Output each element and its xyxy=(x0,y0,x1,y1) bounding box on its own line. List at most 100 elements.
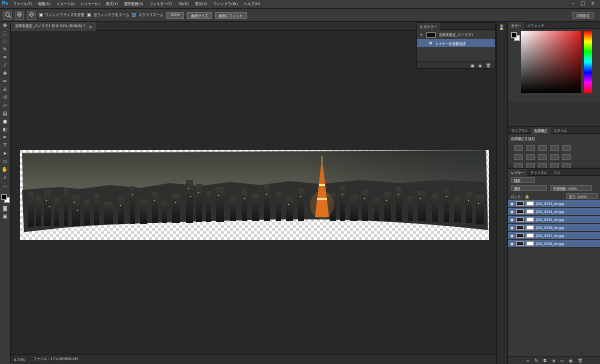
trash-icon[interactable]: 🗑 xyxy=(578,358,583,363)
resize-windows-checkbox[interactable]: ウィンドウサイズを変更 xyxy=(39,13,84,18)
lasso-tool-icon[interactable]: ◌ xyxy=(2,40,9,45)
channel-mixer-icon[interactable] xyxy=(562,154,571,160)
zoom-level[interactable]: 8.33% xyxy=(14,358,25,362)
history-brush-icon[interactable]: ↺ xyxy=(2,96,9,101)
pen-tool-icon[interactable]: ✒ xyxy=(2,136,9,141)
curves-icon[interactable] xyxy=(538,145,547,151)
stamp-tool-icon[interactable]: ♙ xyxy=(2,88,9,93)
zoom-all-windows-checkbox[interactable]: 全ウィンドウをズーム xyxy=(87,13,129,18)
visibility-eye-icon[interactable]: ◉ xyxy=(510,241,514,246)
tab-channels[interactable]: チャンネル xyxy=(527,169,550,176)
lock-pixels-icon[interactable]: 🔒 xyxy=(525,194,530,199)
fill-field[interactable]: 塗り: 100% xyxy=(566,193,598,199)
layer-mask-thumbnail[interactable] xyxy=(526,241,534,246)
add-mask-icon[interactable]: ◘ xyxy=(543,358,546,363)
crop-tool-icon[interactable]: ⌗ xyxy=(2,56,9,61)
layer-row[interactable]: ◉ DSC_9037_ne.jpg xyxy=(508,232,600,240)
document-tab[interactable]: 名称未設定_パノラマ1 @ 8.33% (RGB/8) * × xyxy=(11,22,96,31)
adjustment-layer-icon[interactable]: ◑ xyxy=(552,358,556,363)
layer-kind-filter[interactable]: 種類 xyxy=(511,177,535,183)
black-white-icon[interactable] xyxy=(538,154,547,160)
brush-tool-icon[interactable]: ✏ xyxy=(2,80,9,85)
history-snapshot[interactable]: ✎ 名称未設定_パノラマ1 xyxy=(417,30,495,39)
layer-mask-thumbnail[interactable] xyxy=(526,201,534,206)
panorama-image[interactable] xyxy=(20,150,489,240)
layer-mask-thumbnail[interactable] xyxy=(526,225,534,230)
photo-filter-icon[interactable] xyxy=(550,154,559,160)
vibrance-icon[interactable] xyxy=(562,145,571,151)
layer-row[interactable]: ◉ DSC_9034_ne.jpg xyxy=(508,208,600,216)
hand-tool-icon[interactable]: ✋ xyxy=(2,168,9,173)
hue-slider[interactable] xyxy=(584,31,592,93)
tab-styles[interactable]: スタイル xyxy=(551,127,571,134)
menu-edit[interactable]: 編集(E) xyxy=(35,2,53,7)
layer-row[interactable]: ◉ DSC_9036_ne.jpg xyxy=(508,224,600,232)
dodge-tool-icon[interactable]: ◐ xyxy=(2,128,9,133)
camera-snapshot-icon[interactable]: ◉ xyxy=(478,63,482,68)
minimize-icon[interactable]: – xyxy=(570,1,576,7)
tab-paths[interactable]: パス xyxy=(550,169,563,176)
link-layers-icon[interactable]: ∞ xyxy=(526,358,529,363)
close-window-icon[interactable]: × xyxy=(590,1,596,7)
tab-swatches[interactable]: スウォッチ xyxy=(524,22,547,29)
menu-help[interactable]: ヘルプ(H) xyxy=(241,2,263,7)
layer-style-icon[interactable]: fx xyxy=(535,358,539,363)
screen-mode-icon[interactable]: ▣ xyxy=(2,215,9,220)
exposure-icon[interactable] xyxy=(550,145,559,151)
layer-mask-thumbnail[interactable] xyxy=(526,209,534,214)
new-layer-icon[interactable]: ▣ xyxy=(569,358,573,363)
fit-screen-button[interactable]: 画面サイズ xyxy=(187,11,212,19)
tab-history[interactable]: ヒストリー xyxy=(417,22,440,30)
shape-tool-icon[interactable]: ▭ xyxy=(2,160,9,165)
trash-icon[interactable]: 🗑 xyxy=(486,63,491,68)
tab-adjustments[interactable]: 色調補正 xyxy=(530,126,551,134)
tab-color[interactable]: カラー xyxy=(508,21,525,29)
menu-type[interactable]: 書式(Y) xyxy=(103,2,121,7)
layer-row[interactable]: ◉ DSC_9038_ne.jpg xyxy=(508,240,600,248)
zoom-out-icon[interactable] xyxy=(27,10,36,20)
menu-window[interactable]: ウィンドウ(W) xyxy=(210,2,240,7)
healing-tool-icon[interactable]: ✚ xyxy=(2,72,9,77)
marquee-tool-icon[interactable]: ⬚ xyxy=(2,32,9,37)
eyedropper-tool-icon[interactable]: ⁄ xyxy=(2,64,9,69)
hue-saturation-icon[interactable] xyxy=(514,154,523,160)
brush-source-icon[interactable]: ✎ xyxy=(420,33,423,37)
visibility-eye-icon[interactable]: ◉ xyxy=(510,209,514,214)
zoom-100-button[interactable]: 100% xyxy=(166,11,185,19)
panel-history-icon[interactable]: ⌛ xyxy=(499,26,506,31)
fill-screen-button[interactable]: 画面にフィット xyxy=(214,11,247,19)
color-balance-icon[interactable] xyxy=(526,154,535,160)
levels-icon[interactable] xyxy=(526,145,535,151)
visibility-eye-icon[interactable]: ◉ xyxy=(510,233,514,238)
visibility-eye-icon[interactable]: ◉ xyxy=(510,225,514,230)
tab-layers[interactable]: レイヤー xyxy=(508,168,528,176)
layer-row[interactable]: ◉ DSC_9035_ne.jpg xyxy=(508,216,600,224)
visibility-eye-icon[interactable]: ◉ xyxy=(510,201,514,206)
eraser-tool-icon[interactable]: ▱ xyxy=(2,104,9,109)
group-folder-icon[interactable]: ▭ xyxy=(560,358,564,363)
menu-file[interactable]: ファイル(F) xyxy=(10,2,35,7)
blend-mode-select[interactable]: 通常 xyxy=(511,185,547,191)
type-tool-icon[interactable]: T xyxy=(2,144,9,149)
foreground-color-chip[interactable] xyxy=(511,32,517,38)
close-tab-icon[interactable]: × xyxy=(89,25,92,29)
menu-layer[interactable]: レイヤー(L) xyxy=(78,2,103,7)
more-tools-icon[interactable]: … xyxy=(2,184,9,189)
opacity-field[interactable]: 不透明度: 100% xyxy=(550,185,592,191)
menu-select[interactable]: 選択範囲(S) xyxy=(121,2,146,7)
foreground-color-swatch[interactable] xyxy=(0,194,7,200)
menu-filter[interactable]: フィルター(T) xyxy=(146,2,175,7)
tab-libraries[interactable]: ライブラリ xyxy=(508,127,531,134)
blur-tool-icon[interactable]: ● xyxy=(2,120,9,125)
brightness-icon[interactable] xyxy=(514,145,523,151)
move-tool-icon[interactable]: ✥ xyxy=(2,24,9,29)
scrubby-zoom-checkbox[interactable]: スクラブズーム xyxy=(132,13,163,18)
workspace-select[interactable]: 初期設定 xyxy=(572,11,594,19)
zoom-in-icon[interactable] xyxy=(15,10,24,20)
menu-image[interactable]: イメージ(I) xyxy=(54,2,78,7)
gradient-tool-icon[interactable]: ▤ xyxy=(2,112,9,117)
maximize-icon[interactable]: □ xyxy=(580,1,586,7)
zoom-tool-preset-icon[interactable] xyxy=(3,10,12,20)
quick-mask-icon[interactable]: ◙ xyxy=(2,207,9,212)
quick-select-tool-icon[interactable]: ✎ xyxy=(2,48,9,53)
